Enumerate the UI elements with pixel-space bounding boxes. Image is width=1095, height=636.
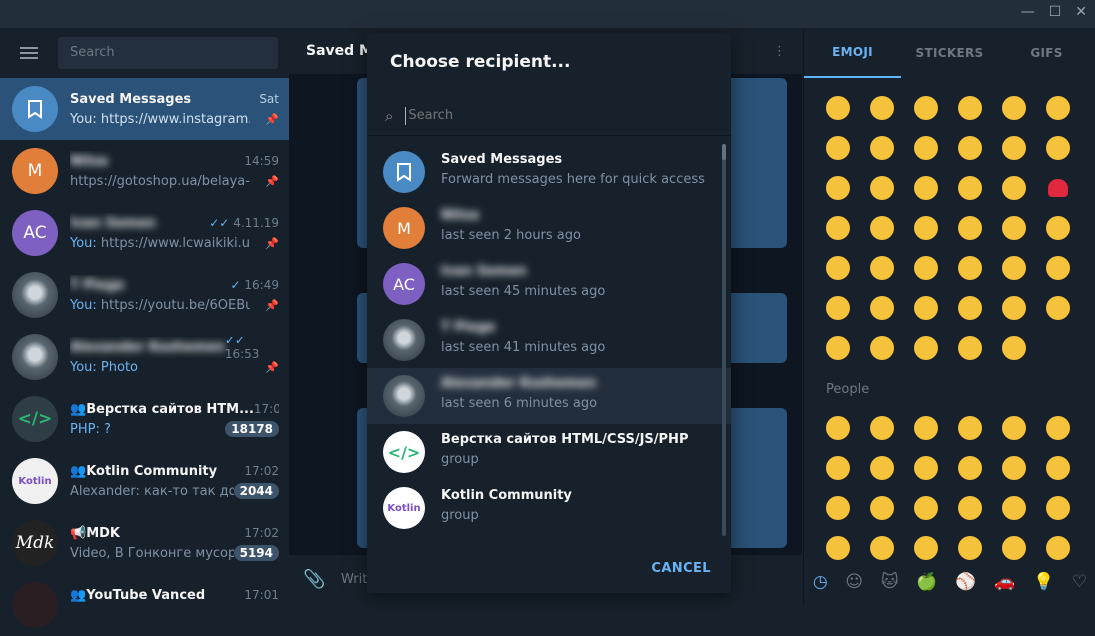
avatar: </> <box>383 431 425 473</box>
recipient-item[interactable]: Alexander Kozhemen last seen 6 minutes ag… <box>367 368 731 424</box>
recipient-item[interactable]: AC Ivan Semen last seen 45 minutes ago <box>367 256 731 312</box>
recipient-status: group <box>441 452 479 467</box>
recipient-status: last seen 2 hours ago <box>441 228 581 243</box>
search-icon: ⌕ <box>385 106 394 125</box>
avatar-photo <box>383 375 425 417</box>
recipient-item[interactable]: </> Верстка сайтов HTML/CSS/JS/PHP group <box>367 424 731 480</box>
choose-recipient-dialog: Choose recipient... ⌕ Saved Messages Forw… <box>367 34 731 593</box>
bookmark-icon <box>383 151 425 193</box>
recipient-name: Nitsa <box>441 208 480 223</box>
recipient-name: Верстка сайтов HTML/CSS/JS/PHP <box>441 432 689 447</box>
scrollbar[interactable] <box>722 144 726 536</box>
recipient-status: last seen 6 minutes ago <box>441 396 598 411</box>
recipient-search-input[interactable] <box>405 106 686 125</box>
recipient-name: Alexander Kozhemen <box>441 376 596 391</box>
recipient-item[interactable]: Saved Messages Forward messages here for … <box>367 144 731 200</box>
recipient-status: last seen 41 minutes ago <box>441 340 606 355</box>
recipient-item[interactable]: Kotlin Kotlin Community group <box>367 480 731 536</box>
recipient-item[interactable]: M Nitsa last seen 2 hours ago <box>367 200 731 256</box>
avatar-photo <box>383 319 425 361</box>
recipient-status: Forward messages here for quick access <box>441 172 705 187</box>
avatar: Kotlin <box>383 487 425 529</box>
recipient-name: Kotlin Community <box>441 488 572 503</box>
recipient-item[interactable]: T Piege last seen 41 minutes ago <box>367 312 731 368</box>
recipient-status: last seen 45 minutes ago <box>441 284 606 299</box>
dialog-title: Choose recipient... <box>390 52 571 72</box>
recipient-name: T Piege <box>441 320 496 335</box>
recipient-name: Ivan Semen <box>441 264 527 279</box>
avatar: AC <box>383 263 425 305</box>
recipient-status: group <box>441 508 479 523</box>
dialog-search: ⌕ <box>367 96 731 136</box>
cancel-button[interactable]: CANCEL <box>651 561 711 576</box>
recipient-name: Saved Messages <box>441 152 563 167</box>
recipient-list: Saved Messages Forward messages here for … <box>367 144 731 540</box>
avatar: M <box>383 207 425 249</box>
